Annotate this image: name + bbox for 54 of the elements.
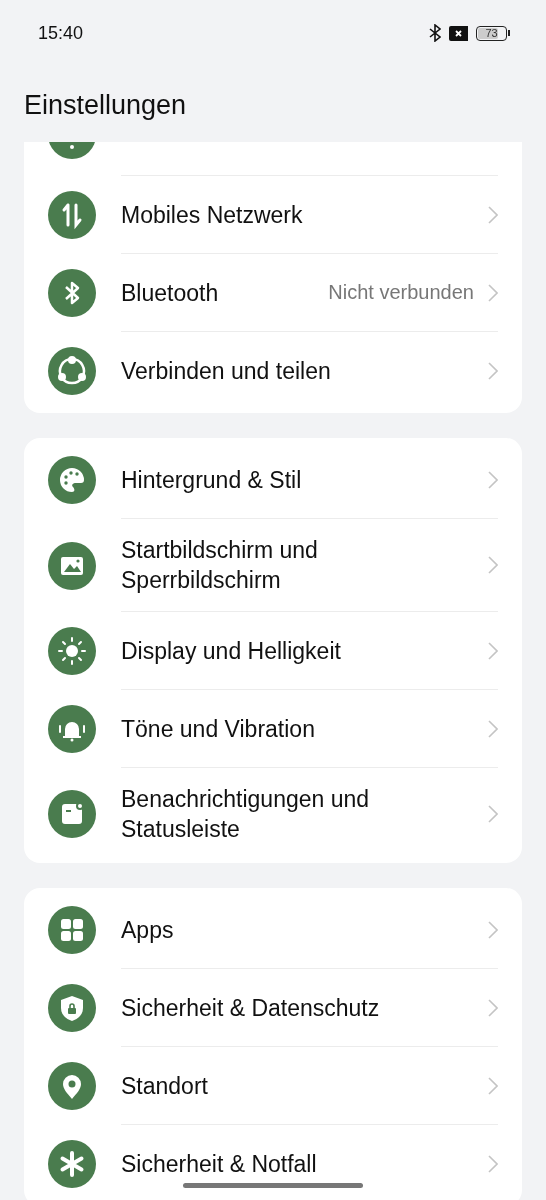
- item-label: Display und Helligkeit: [121, 636, 342, 666]
- clock: 15:40: [38, 22, 84, 44]
- arrows-icon: [48, 191, 96, 239]
- item-label: Mobiles Netzwerk: [121, 200, 304, 230]
- settings-item[interactable]: Bluetooth Nicht verbunden: [24, 254, 522, 332]
- item-label: Hintergrund & Stil: [121, 465, 303, 495]
- share-icon: [48, 347, 96, 395]
- item-label: Standort: [121, 1071, 209, 1101]
- asterisk-icon: [48, 1140, 96, 1188]
- settings-item[interactable]: Benachrichtigungen und Statusleiste: [24, 768, 522, 860]
- palette-icon: [48, 456, 96, 504]
- item-label: Apps: [121, 915, 175, 945]
- chevron-icon: [488, 470, 498, 489]
- settings-item[interactable]: Sicherheit & Datenschutz: [24, 969, 522, 1047]
- chevron-icon: [488, 283, 498, 302]
- settings-item[interactable]: Hintergrund & Stil: [24, 441, 522, 519]
- settings-item[interactable]: Standort: [24, 1047, 522, 1125]
- image-icon: [48, 541, 96, 590]
- bell-icon: [48, 705, 96, 753]
- chevron-icon: [488, 362, 498, 380]
- item-label: Bluetooth: [121, 278, 220, 308]
- bluetooth-icon: [48, 269, 96, 317]
- item-label: Startbildschirm und Sperrbildschirm: [121, 536, 319, 595]
- settings-item[interactable]: Töne und Vibration: [24, 690, 522, 768]
- chevron-icon: [488, 1076, 498, 1095]
- settings-item[interactable]: Verbinden und teilen: [24, 332, 522, 410]
- chevron-icon: [488, 205, 498, 224]
- sun-icon: [48, 627, 96, 675]
- chevron-icon: [488, 1155, 498, 1173]
- shield-icon: [48, 984, 96, 1032]
- item-status: Nicht verbunden: [328, 281, 474, 304]
- settings-item[interactable]: Mobiles Netzwerk: [24, 176, 522, 254]
- chevron-icon: [488, 556, 498, 574]
- item-label: Sicherheit & Datenschutz: [121, 993, 381, 1023]
- sim-card-icon: [449, 25, 468, 41]
- settings-item[interactable]: Apps: [24, 891, 522, 969]
- chevron-icon: [488, 920, 498, 939]
- chevron-icon: [488, 719, 498, 738]
- settings-item[interactable]: Display und Helligkeit: [24, 612, 522, 690]
- home-indicator[interactable]: [183, 1183, 363, 1188]
- grid-icon: [48, 906, 96, 954]
- item-label: Benachrichtigungen und Statusleiste: [121, 785, 371, 844]
- chevron-icon: [488, 998, 498, 1017]
- settings-item[interactable]: Startbildschirm und Sperrbildschirm: [24, 519, 522, 612]
- battery-indicator: 73: [476, 25, 507, 41]
- chevron-icon: [488, 805, 498, 823]
- notification-icon: [48, 790, 96, 838]
- chevron-icon: [488, 641, 498, 660]
- page-title: Einstellungen: [24, 89, 187, 121]
- location-icon: [48, 1062, 96, 1110]
- item-label: Verbinden und teilen: [121, 357, 332, 386]
- item-label: Töne und Vibration: [121, 714, 316, 744]
- bluetooth-icon: [429, 24, 441, 42]
- item-label: Sicherheit & Notfall: [121, 1150, 318, 1179]
